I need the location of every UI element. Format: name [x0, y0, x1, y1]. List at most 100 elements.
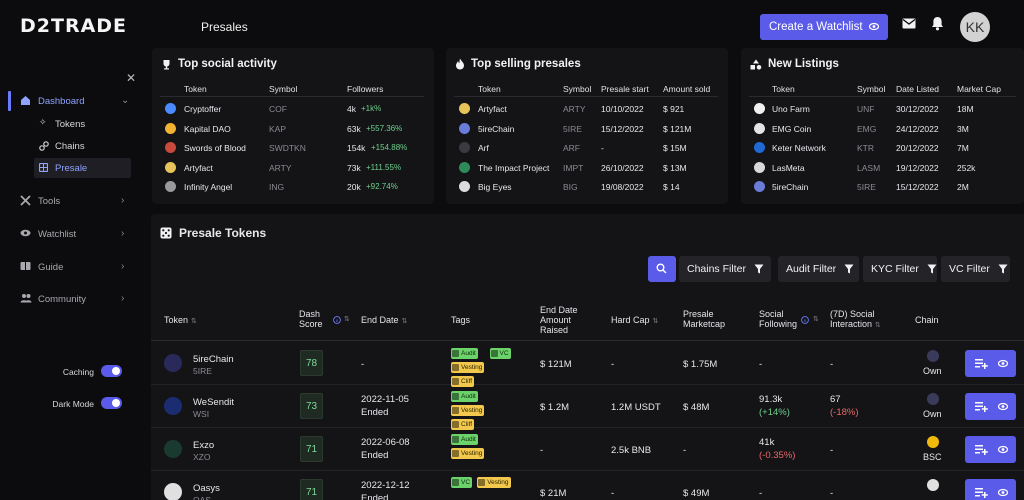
chain-icon — [927, 350, 939, 362]
token-symbol: SWDTKN — [269, 143, 306, 153]
col-header: Token — [772, 84, 795, 94]
token-name: Oasys — [193, 483, 220, 494]
add-to-watchlist-button[interactable] — [965, 393, 1016, 420]
sidebar-item-community[interactable]: Community › — [0, 289, 142, 309]
sidebar-item-tools[interactable]: Tools › — [0, 191, 142, 211]
sidebar-subitem-label: Chains — [55, 141, 85, 152]
logo[interactable]: D2TRADE — [20, 15, 127, 37]
table-row[interactable]: Oasys OAS 71 2022-12-12 Ended VC Vesting $ 21M -… — [151, 471, 1024, 500]
col-header-presale-marketcap[interactable]: Presale Marketcap — [683, 309, 725, 329]
token-symbol: 5IRE — [857, 182, 876, 192]
followers-change: +557.36% — [366, 123, 403, 133]
mail-icon[interactable] — [902, 18, 916, 29]
market-cap: 3M — [957, 123, 969, 134]
audit-filter-button[interactable]: Audit Filter — [778, 256, 859, 282]
sidebar-subitem-tokens[interactable]: ✧ Tokens — [34, 114, 131, 134]
sort-icon[interactable]: ⇅ — [344, 315, 350, 323]
listing-row[interactable]: Keter Network KTR 20/12/2022 7M — [749, 138, 1016, 157]
col-header-end-date[interactable]: End Date ⇅ — [361, 315, 407, 327]
token-logo-icon — [165, 122, 176, 134]
social-row[interactable]: Cryptoffer COF 4k +1k% — [160, 99, 424, 118]
selling-row[interactable]: Arf ARF - $ 15M — [454, 138, 718, 157]
selling-row[interactable]: Artyfact ARTY 10/10/2022 $ 921 — [454, 99, 718, 118]
col-header-dash-score[interactable]: Dash Score — [299, 309, 323, 329]
social-row[interactable]: Swords of Blood SWDTKN 154k +154.88% — [160, 138, 424, 157]
tag-audit: Audit — [451, 391, 478, 402]
social-row[interactable]: Kapital DAO KAP 63k +557.36% — [160, 119, 424, 138]
shield-icon — [452, 393, 459, 400]
amount-raised: - — [540, 445, 544, 456]
social-following: - — [759, 488, 763, 499]
listing-row[interactable]: Uno Farm UNF 30/12/2022 18M — [749, 99, 1016, 118]
listing-row[interactable]: 5ireChain 5IRE 15/12/2022 2M — [749, 177, 1016, 196]
end-status: Ended — [361, 493, 389, 500]
divider — [454, 96, 718, 97]
col-header-text: Social — [759, 309, 784, 319]
tag-label: Vesting — [461, 450, 483, 457]
chains-filter-button[interactable]: Chains Filter — [679, 256, 771, 282]
token-logo-icon — [754, 103, 765, 114]
table-row[interactable]: WeSendit WSI 73 2022-11-05 Ended Audit Vesting… — [151, 385, 1024, 430]
col-header-hard-cap[interactable]: Hard Cap ⇅ — [611, 315, 658, 327]
market-cap: 7M — [957, 143, 969, 153]
add-to-watchlist-button[interactable] — [965, 350, 1016, 377]
col-header-social-interaction[interactable]: (7D) Social Interaction ⇅ — [830, 309, 881, 331]
shield-icon — [452, 364, 459, 371]
hard-cap: - — [611, 359, 615, 370]
dark-mode-toggle[interactable] — [101, 397, 122, 409]
sidebar-item-guide[interactable]: Guide › — [0, 257, 142, 277]
listing-row[interactable]: EMG Coin EMG 24/12/2022 3M — [749, 119, 1016, 138]
chain-label: BSC — [923, 452, 942, 462]
sort-icon[interactable]: ⇅ — [813, 315, 819, 323]
selling-row[interactable]: The Impact Project IMPT 26/10/2022 $ 13M — [454, 158, 718, 177]
col-header-token[interactable]: Token ⇅ — [164, 315, 197, 327]
chevron-down-icon: ⌄ — [121, 95, 130, 106]
table-row[interactable]: Exzo XZO 71 2022-06-08 Ended Audit Vesting - 2.5… — [151, 428, 1024, 471]
filter-icon — [998, 264, 1008, 274]
eye-icon — [998, 359, 1008, 368]
bell-icon[interactable] — [931, 16, 944, 31]
sidebar-item-watchlist[interactable]: Watchlist › — [0, 224, 142, 244]
selling-row[interactable]: 5ireChain 5IRE 15/12/2022 $ 121M — [454, 119, 718, 138]
search-button[interactable] — [648, 256, 676, 282]
create-watchlist-button[interactable]: Create a Watchlist — [760, 14, 888, 40]
token-name: Exzo — [193, 440, 215, 451]
caching-toggle[interactable] — [101, 365, 122, 377]
info-icon[interactable] — [801, 316, 809, 324]
token-symbol: ARTY — [563, 104, 586, 114]
token-name: 5ireChain — [478, 123, 515, 134]
col-header-tags: Tags — [451, 315, 470, 325]
sidebar-subitem-chains[interactable]: Chains — [34, 136, 131, 156]
sidebar-item-dashboard[interactable]: Dashboard ⌄ — [0, 91, 142, 111]
add-to-watchlist-button[interactable] — [965, 436, 1016, 463]
filter-label: Audit Filter — [786, 263, 837, 275]
token-name: WeSendit — [193, 397, 235, 408]
table-header-divider — [151, 340, 1024, 341]
vc-filter-button[interactable]: VC Filter — [941, 256, 1010, 282]
close-icon[interactable]: ✕ — [126, 71, 136, 85]
sort-icon: ⇅ — [875, 322, 881, 329]
token-symbol: IMPT — [563, 162, 584, 173]
amount-sold: $ 14 — [663, 182, 680, 192]
add-to-watchlist-button[interactable] — [965, 479, 1016, 500]
social-row[interactable]: Artyfact ARTY 73k +111.55% — [160, 158, 424, 177]
eye-icon — [20, 229, 31, 237]
shield-icon — [478, 479, 486, 486]
selling-row[interactable]: Big Eyes BIG 19/08/2022 $ 14 — [454, 177, 718, 196]
social-row[interactable]: Infinity Angel ING 20k +92.74% — [160, 177, 424, 196]
kyc-filter-button[interactable]: KYC Filter — [863, 256, 937, 282]
shield-icon — [452, 421, 459, 428]
col-header-amount-raised[interactable]: End Date Amount Raised — [540, 305, 578, 335]
table-row[interactable]: 5ireChain 5IRE 78 - Audit VC Vesting Cliff $ 121… — [151, 342, 1024, 387]
playlist-add-icon — [975, 359, 988, 369]
chain-label: Own — [923, 409, 942, 419]
presale-tokens-panel: Presale Tokens Chains Filter Audit Filte… — [151, 214, 1024, 500]
chain-icon — [927, 479, 939, 491]
listing-row[interactable]: LasMeta LASM 19/12/2022 252k — [749, 158, 1016, 177]
shield-icon — [452, 378, 459, 385]
sidebar-subitem-presale[interactable]: Presale — [34, 158, 131, 178]
info-icon[interactable] — [333, 316, 341, 324]
avatar[interactable]: KK — [960, 12, 990, 42]
col-header-social-following[interactable]: Social Following — [759, 309, 797, 329]
hard-cap: - — [611, 488, 615, 499]
